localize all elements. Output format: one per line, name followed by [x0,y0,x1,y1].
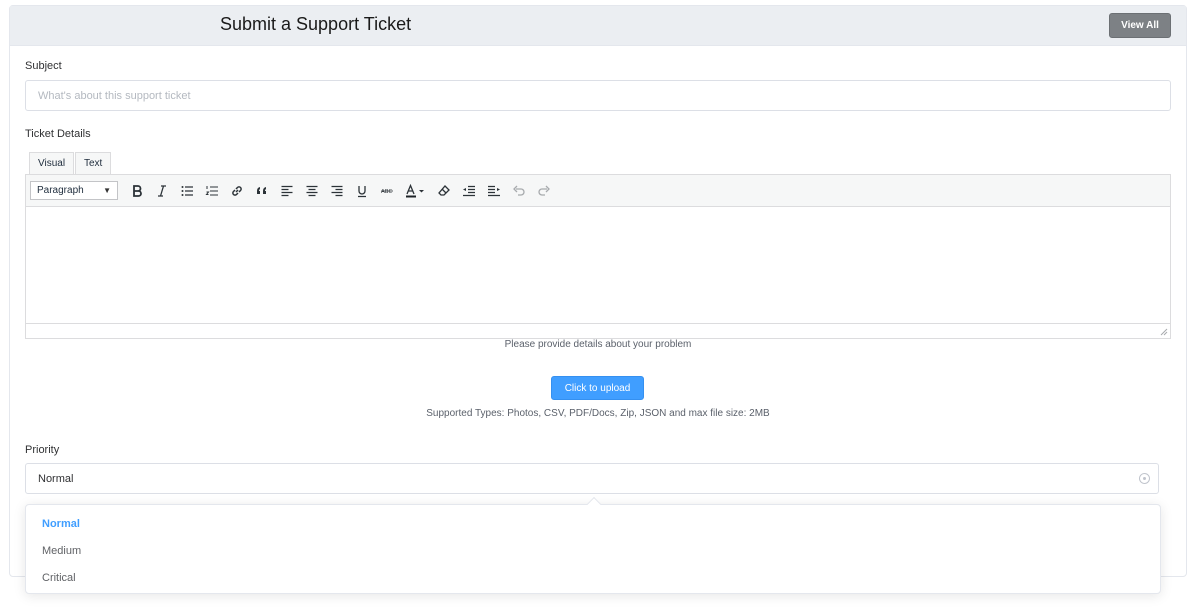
clear-circle-icon[interactable] [1139,473,1150,484]
tab-text[interactable]: Text [75,152,112,174]
rich-text-editor: Paragraph ▼ ABC [25,174,1171,339]
view-all-button[interactable]: View All [1109,13,1171,38]
priority-option-medium[interactable]: Medium [26,537,1160,564]
page-title: Submit a Support Ticket [220,14,412,34]
indent-icon[interactable] [481,179,506,203]
format-select[interactable]: Paragraph ▼ [30,181,118,200]
italic-icon[interactable] [149,179,174,203]
card-header: Submit a Support Ticket View All [10,6,1186,46]
bullet-list-icon[interactable] [174,179,199,203]
align-left-icon[interactable] [274,179,299,203]
priority-select-value: Normal [38,472,74,485]
editor-toolbar: Paragraph ▼ ABC [26,175,1170,207]
blockquote-icon[interactable] [249,179,274,203]
svg-text:ABC: ABC [381,189,392,195]
editor-content-area[interactable] [26,207,1170,324]
supported-types-text: Supported Types: Photos, CSV, PDF/Docs, … [426,408,770,419]
format-select-value: Paragraph [37,185,84,196]
undo-icon[interactable] [506,179,531,203]
subject-label: Subject [25,60,62,72]
underline-icon[interactable] [349,179,374,203]
priority-label: Priority [25,444,60,456]
subject-input[interactable] [25,80,1171,111]
details-help-text: Please provide details about your proble… [504,339,692,350]
tab-visual[interactable]: Visual [29,152,75,174]
redo-icon[interactable] [531,179,556,203]
link-icon[interactable] [224,179,249,203]
ticket-details-label: Ticket Details [25,128,91,140]
bold-icon[interactable] [124,179,149,203]
text-color-icon[interactable] [399,179,431,203]
upload-button[interactable]: Click to upload [551,376,644,400]
resize-handle-icon[interactable] [1159,327,1168,336]
align-center-icon[interactable] [299,179,324,203]
priority-select[interactable]: Normal [25,463,1159,494]
priority-option-critical[interactable]: Critical [26,564,1160,591]
priority-option-normal[interactable]: Normal [26,510,1160,537]
align-right-icon[interactable] [324,179,349,203]
caret-down-icon: ▼ [103,186,111,195]
clear-formatting-icon[interactable] [431,179,456,203]
outdent-icon[interactable] [456,179,481,203]
numbered-list-icon[interactable] [199,179,224,203]
editor-statusbar [26,323,1170,338]
priority-dropdown: Normal Medium Critical [25,496,1161,594]
strikethrough-icon[interactable]: ABC [374,179,399,203]
